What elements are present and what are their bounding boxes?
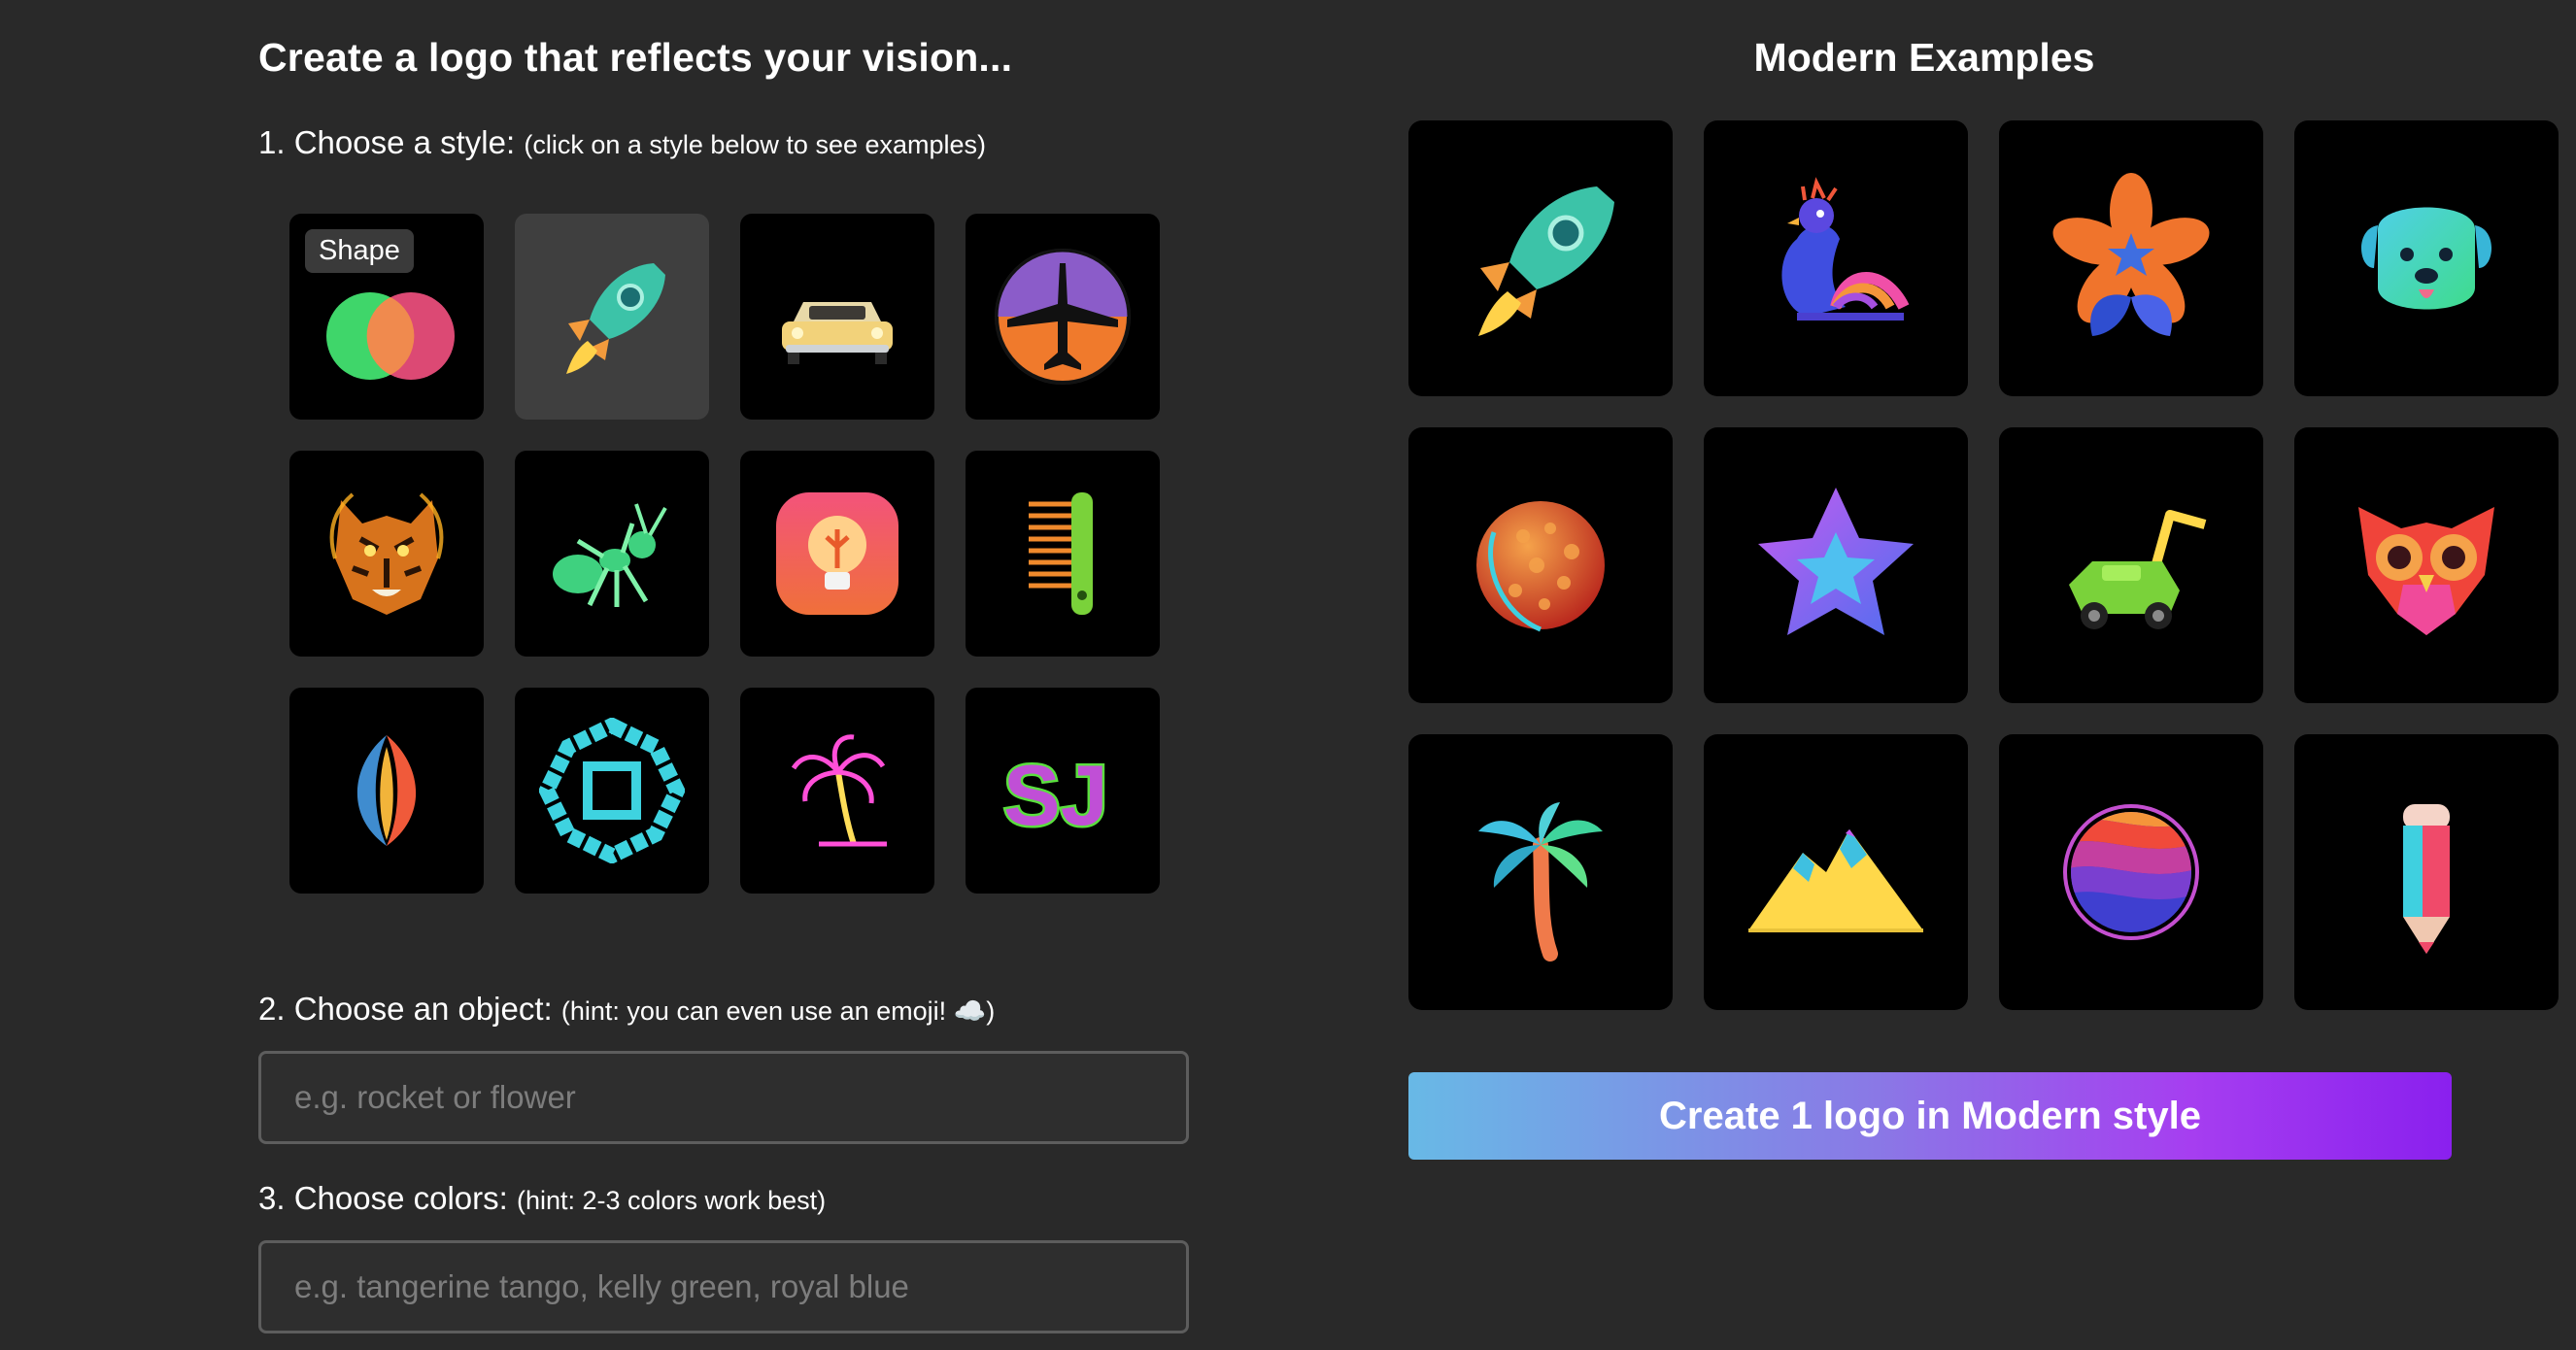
style-tile-leaf[interactable] [289, 688, 484, 894]
flower-icon [2052, 173, 2210, 336]
style-tile-monogram[interactable]: SJ [966, 688, 1160, 894]
example-tile[interactable] [1704, 120, 1968, 396]
mountain-icon [1748, 829, 1923, 932]
peacock-icon [1781, 177, 1910, 321]
split-leaf-icon [356, 735, 417, 846]
rocket-icon [566, 263, 665, 374]
tiger-icon [329, 492, 444, 615]
step-2-title: 2. Choose an object: [258, 991, 553, 1027]
style-tile-ant[interactable] [515, 451, 709, 657]
car-icon [782, 302, 893, 364]
ant-icon [553, 503, 667, 607]
example-tile[interactable] [1999, 427, 2263, 703]
create-logo-button[interactable]: Create 1 logo in Modern style [1408, 1072, 2452, 1160]
style-tile-car[interactable] [740, 214, 934, 420]
example-tile[interactable] [1704, 734, 1968, 1010]
example-tile[interactable] [1408, 427, 1673, 703]
examples-title: Modern Examples [1753, 35, 2095, 80]
step-3-label: 3. Choose colors: (hint: 2-3 colors work… [258, 1180, 826, 1217]
dog-icon [2361, 207, 2491, 310]
svg-text:SJ: SJ [1003, 747, 1108, 843]
neon-palm-icon [791, 734, 887, 847]
owl-icon [2358, 507, 2494, 635]
step-2-hint: (hint: you can even use an emoji! ☁️) [560, 996, 996, 1026]
page-headline: Create a logo that reflects your vision.… [258, 35, 1013, 80]
style-tooltip: Shape [305, 229, 414, 273]
style-tile-geometric[interactable] [515, 688, 709, 894]
example-tile[interactable] [1408, 120, 1673, 396]
step-1-hint: (click on a style below to see examples) [524, 130, 987, 159]
style-tile-comb[interactable] [966, 451, 1160, 657]
airplane-badge-icon [995, 249, 1131, 385]
style-tile-plane[interactable] [966, 214, 1160, 420]
colors-input[interactable] [258, 1240, 1189, 1333]
step-3-title: 3. Choose colors: [258, 1180, 508, 1216]
lawnmower-icon [2069, 510, 2207, 629]
lightbulb-app-icon [776, 492, 898, 615]
style-tile-tiger[interactable] [289, 451, 484, 657]
step-1-title: 1. Choose a style: [258, 124, 516, 160]
geometric-octagon-icon [539, 718, 685, 863]
style-tile-lightbulb[interactable] [740, 451, 934, 657]
object-input[interactable] [258, 1051, 1189, 1144]
palm-tree-icon [1478, 802, 1603, 962]
star-icon [1758, 488, 1914, 635]
example-tile[interactable] [2294, 120, 2559, 396]
planet-icon [1476, 501, 1605, 632]
example-tile[interactable] [2294, 734, 2559, 1010]
style-tile-palm[interactable] [740, 688, 934, 894]
pencil-icon [2403, 804, 2450, 954]
example-tile[interactable] [1999, 120, 2263, 396]
step-3-hint: (hint: 2-3 colors work best) [516, 1186, 827, 1215]
example-tile[interactable] [1704, 427, 1968, 703]
example-tile[interactable] [1408, 734, 1673, 1010]
comb-icon [1029, 492, 1093, 615]
rocket-icon [1478, 186, 1614, 336]
step-2-label: 2. Choose an object: (hint: you can even… [258, 991, 995, 1028]
style-tile-shape[interactable]: Shape [289, 214, 484, 420]
step-1-label: 1. Choose a style: (click on a style bel… [258, 124, 986, 161]
sj-monogram-icon: SJ [1001, 745, 1111, 846]
sunset-circle-icon [2063, 804, 2199, 940]
style-tile-modern[interactable] [515, 214, 709, 420]
example-tile[interactable] [2294, 427, 2559, 703]
style-grid: Shape SJ [289, 214, 1160, 895]
example-tile[interactable] [1999, 734, 2263, 1010]
